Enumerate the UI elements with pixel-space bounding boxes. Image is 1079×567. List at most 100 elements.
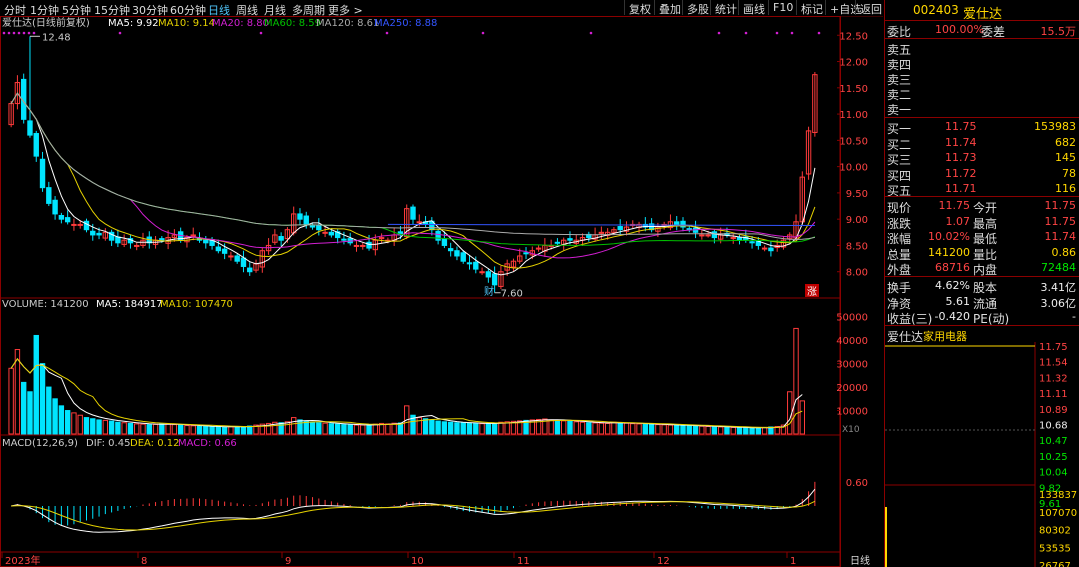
toolbar-button-1[interactable]: 叠加 <box>654 0 685 16</box>
mini-intraday-chart: 11.75 11.54 11.32 11.11 10.89 10.68 10.47 10.25… <box>885 342 1077 567</box>
volume-bar <box>473 422 479 435</box>
volume-bar <box>46 386 52 435</box>
volume-bar <box>316 422 322 435</box>
volume-bar <box>498 421 504 435</box>
volume-bar <box>203 425 209 435</box>
volume-bar <box>366 424 372 435</box>
volume-bar <box>64 410 71 435</box>
candle-body <box>711 231 718 239</box>
volume-bar <box>102 419 109 435</box>
volume-bar <box>598 422 605 435</box>
mini-price-label: 10.89 <box>1039 405 1068 416</box>
signal-dot <box>481 31 485 35</box>
legend-ma120: MA120: 8.61 <box>316 18 379 29</box>
volume-bar <box>611 421 617 435</box>
volume-bar <box>648 423 655 435</box>
volume-bar <box>592 422 598 435</box>
volume-bar <box>90 418 96 435</box>
macd-legend: MACD(12,26,9) <box>2 438 78 449</box>
toolbar-button-4[interactable]: 画线 <box>738 0 769 16</box>
candle-body <box>46 187 52 204</box>
volume-bar <box>667 424 674 435</box>
toolbar-button-2[interactable]: 多股 <box>682 0 713 16</box>
stat-row: 外盘 68716 内盘 72484 <box>887 261 1076 277</box>
ma20-line <box>10 92 816 259</box>
candle-body <box>215 246 222 252</box>
stat-row: 现价 11.75 今开 11.75 <box>887 199 1076 215</box>
candle-body <box>554 241 561 244</box>
stock-header: 002403 爱仕达 <box>885 2 1079 22</box>
candle-body <box>328 231 335 236</box>
mini-vol-label: 107070 <box>1039 508 1077 519</box>
vol-unit: X10 <box>842 425 860 435</box>
volume-bar <box>674 424 680 435</box>
kline-chart[interactable]: 爱仕达(日线前复权) MA5: 9.92 MA10: 9.14MA20: 8.80M… <box>0 16 883 567</box>
mini-vol-label: 26767 <box>1039 561 1071 567</box>
volume-bar <box>196 425 203 435</box>
volume-bar <box>630 423 636 435</box>
sell-row: 卖三 <box>887 73 912 87</box>
candle-body <box>491 273 498 286</box>
candle-body <box>523 252 529 255</box>
signal-dot <box>744 31 748 35</box>
candle-body <box>466 262 473 265</box>
signal-dot <box>385 31 389 35</box>
volume-bar <box>743 427 749 435</box>
volume-bar <box>152 423 159 435</box>
volume-bar <box>711 426 718 435</box>
volume-bar <box>360 424 366 435</box>
volume-bar <box>134 423 140 435</box>
volume-bar <box>485 423 492 435</box>
sell-row: 卖一 <box>887 103 912 117</box>
candle-body <box>134 244 140 247</box>
volume-bar <box>353 424 360 435</box>
candle-body <box>567 238 573 241</box>
candle-body <box>303 215 309 225</box>
candle-body <box>473 261 479 270</box>
volume-bar <box>171 424 178 435</box>
candle-body <box>730 237 736 240</box>
price-tick-label: 10.50 <box>839 136 868 147</box>
volume-bar <box>705 425 711 435</box>
macd-dif-legend: DIF: 0.45 <box>86 438 130 449</box>
macd-value-legend: MACD: 0.66 <box>178 438 237 449</box>
candle-body <box>460 252 466 262</box>
legend-ma5: MA5: 9.92 <box>108 18 159 29</box>
volume-bar <box>761 426 768 435</box>
toolbar-button-6[interactable]: 标记 <box>796 0 827 16</box>
date-label: 9 <box>285 556 291 567</box>
buy-row: 买三 11.73 145 <box>887 151 1076 167</box>
candle-body <box>360 244 366 247</box>
volume-bar <box>579 421 586 435</box>
toolbar-button-0[interactable]: 复权 <box>624 0 655 16</box>
volume-bar <box>309 421 316 435</box>
macd-dea-legend: DEA: 0.12 <box>130 438 180 449</box>
candle-body <box>64 217 71 223</box>
legend-title: 爱仕达(日线前复权) <box>2 16 90 29</box>
candle-body <box>749 241 755 244</box>
candle-body <box>159 238 165 241</box>
volume-bar <box>209 426 215 435</box>
candle-body <box>353 244 360 247</box>
vol-ma10-line <box>10 358 803 428</box>
volume-bar <box>730 426 736 435</box>
candle-body <box>479 271 485 274</box>
volume-bar <box>586 422 592 435</box>
mini-price-label: 11.54 <box>1039 358 1068 369</box>
volume-bar <box>278 422 284 435</box>
volume-bar <box>71 412 77 435</box>
date-label: 11 <box>517 556 530 567</box>
toolbar-button-8[interactable]: 返回 <box>855 0 886 16</box>
toolbar-button-5[interactable]: F10 <box>768 0 797 15</box>
candle-body <box>234 255 240 262</box>
price-tick-label: 12.50 <box>839 31 868 42</box>
toolbar-button-3[interactable]: 统计 <box>710 0 741 16</box>
mini-vol-label: 80302 <box>1039 526 1071 537</box>
volume-bar <box>466 422 473 435</box>
volume-bar <box>567 420 573 435</box>
candle-body <box>115 236 121 244</box>
volume-bar <box>115 421 121 435</box>
price-tick-label: 8.50 <box>846 241 868 252</box>
candle-body <box>309 225 316 228</box>
signal-dot <box>817 31 821 35</box>
